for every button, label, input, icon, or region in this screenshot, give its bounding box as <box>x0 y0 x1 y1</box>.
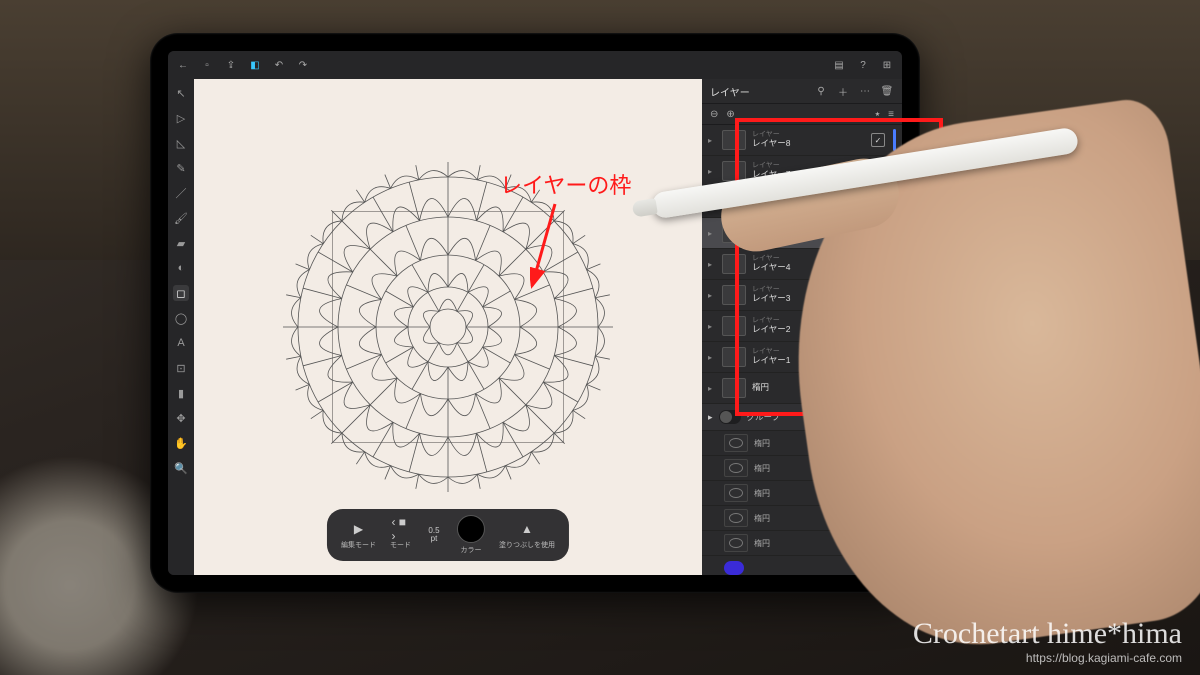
crop-tool-icon[interactable]: ⊡ <box>173 360 189 376</box>
color-circle-icon <box>457 515 485 543</box>
disclosure-triangle-icon[interactable]: ▸ <box>708 229 716 238</box>
shape-tool-icon[interactable]: ◻ <box>173 285 189 301</box>
photo-scene: ← ▫ ⇪ ◧ ↶ ↷ ▤ ? ⊞ ↖ ▷ ◺ ✎ ／ 🖌 <box>0 0 1200 675</box>
disclosure-triangle-icon[interactable]: ▸ <box>708 291 716 300</box>
shape-thumbnail <box>724 434 748 452</box>
fill-tool-icon[interactable]: ▰ <box>173 235 189 251</box>
shape-thumbnail <box>724 459 748 477</box>
help-icon[interactable]: ? <box>856 58 870 72</box>
stroke-width-control[interactable]: 0.5pt <box>425 526 443 544</box>
mode-switch[interactable]: ‹ ■ › モード <box>390 520 411 550</box>
layer-name-label: レイヤー8 <box>752 139 865 148</box>
export-icon[interactable]: ⇪ <box>224 58 238 72</box>
tool-column: ↖ ▷ ◺ ✎ ／ 🖌 ▰ ◐ ◻ ◯ A ⊡ ▮ ✥ ✋ 🔍 <box>168 79 194 575</box>
preferences-icon[interactable]: ⊞ <box>880 58 894 72</box>
move-tool-icon[interactable]: ↖ <box>173 85 189 101</box>
canvas[interactable] <box>194 79 702 575</box>
watermark: Crochetart hime*hima https://blog.kagiam… <box>913 617 1182 665</box>
disclosure-triangle-icon[interactable]: ▸ <box>708 260 716 269</box>
disclosure-triangle-icon[interactable]: ▸ <box>708 322 716 331</box>
brush-color-chip[interactable] <box>724 561 744 575</box>
shape-thumbnail <box>724 484 748 502</box>
persona-icon[interactable]: ◧ <box>248 58 262 72</box>
brush-tool-icon[interactable]: 🖌 <box>173 210 189 226</box>
group-toggle[interactable] <box>719 410 741 424</box>
ellipse-tool-icon[interactable]: ◯ <box>173 310 189 326</box>
play-icon: ▶ <box>349 520 367 538</box>
pencil-tool-icon[interactable]: ／ <box>173 185 189 201</box>
watermark-url: https://blog.kagiami-cafe.com <box>913 651 1182 665</box>
back-icon[interactable]: ← <box>176 58 190 72</box>
mandala-artwork <box>283 162 613 492</box>
pen-tool-icon[interactable]: ✎ <box>173 160 189 176</box>
layer-row[interactable]: ▸レイヤーレイヤー8✓ <box>702 125 902 156</box>
add-layer-icon[interactable]: ＋ <box>836 84 850 98</box>
layer-thumbnail <box>722 316 746 336</box>
delete-layer-icon[interactable]: 🗑 <box>880 84 894 98</box>
lock-icon[interactable]: ⭑ <box>875 109 880 120</box>
stroke-width-value: 0.5pt <box>425 526 443 544</box>
shape-thumbnail <box>724 509 748 527</box>
annotation-label: レイヤーの枠 <box>500 168 631 200</box>
layers-panel-subheader: ⊖ ⊕ ⭑ ≡ <box>702 104 902 125</box>
app-screen: ← ▫ ⇪ ◧ ↶ ↷ ▤ ? ⊞ ↖ ▷ ◺ ✎ ／ 🖌 <box>168 51 902 575</box>
zoom-tool-icon[interactable]: 🔍 <box>173 460 189 476</box>
visibility-checkbox[interactable]: ✓ <box>871 133 885 147</box>
color-picker-tool-icon[interactable]: ✥ <box>173 410 189 426</box>
disclosure-triangle-icon[interactable]: ▸ <box>708 136 716 145</box>
document-icon[interactable]: ▫ <box>200 58 214 72</box>
artistic-text-tool-icon[interactable]: A <box>173 335 189 351</box>
chevrons-icon: ‹ ■ › <box>391 520 409 538</box>
transparency-tool-icon[interactable]: ◐ <box>173 260 189 276</box>
canvas-area[interactable]: ▶ 編集モード ‹ ■ › モード 0.5pt <box>194 79 702 575</box>
studio-toggle-icon[interactable]: ▤ <box>832 58 846 72</box>
disclosure-triangle-icon[interactable]: ▸ <box>708 167 716 176</box>
layer-thumbnail <box>722 378 746 398</box>
top-toolbar: ← ▫ ⇪ ◧ ↶ ↷ ▤ ? ⊞ <box>168 51 902 79</box>
view-tool-icon[interactable]: ✋ <box>173 435 189 451</box>
disclosure-triangle-icon[interactable]: ▸ <box>708 384 716 393</box>
search-icon[interactable]: ⚲ <box>814 84 828 98</box>
shape-thumbnail <box>724 534 748 552</box>
disclosure-triangle-icon[interactable]: ▸ <box>708 412 713 423</box>
redo-icon[interactable]: ↷ <box>296 58 310 72</box>
context-toolbar: ▶ 編集モード ‹ ■ › モード 0.5pt <box>327 509 569 561</box>
opacity-icon[interactable]: ⊖ <box>710 109 718 120</box>
layer-thumbnail <box>722 347 746 367</box>
color-well[interactable]: カラー <box>457 515 485 555</box>
fill-toggle[interactable]: ▲ 塗りつぶしを使用 <box>499 520 555 550</box>
layers-panel-header: レイヤー ⚲ ＋ ⋯ 🗑 <box>702 79 902 104</box>
main-row: ↖ ▷ ◺ ✎ ／ 🖌 ▰ ◐ ◻ ◯ A ⊡ ▮ ✥ ✋ 🔍 <box>168 79 902 575</box>
corner-tool-icon[interactable]: ◺ <box>173 135 189 151</box>
disclosure-triangle-icon[interactable]: ▸ <box>708 353 716 362</box>
layer-thumbnail <box>722 161 746 181</box>
layers-panel-title: レイヤー <box>710 84 750 99</box>
gradient-tool-icon[interactable]: ▮ <box>173 385 189 401</box>
undo-icon[interactable]: ↶ <box>272 58 286 72</box>
blend-icon[interactable]: ⊕ <box>726 109 734 120</box>
layer-thumbnail <box>722 254 746 274</box>
menu-icon[interactable]: ≡ <box>888 109 894 120</box>
bucket-icon: ▲ <box>518 520 536 538</box>
layer-options-icon[interactable]: ⋯ <box>858 84 872 98</box>
node-tool-icon[interactable]: ▷ <box>173 110 189 126</box>
watermark-title: Crochetart hime*hima <box>913 617 1182 651</box>
edit-mode-button[interactable]: ▶ 編集モード <box>341 520 376 550</box>
layer-thumbnail <box>722 130 746 150</box>
layer-thumbnail <box>722 285 746 305</box>
